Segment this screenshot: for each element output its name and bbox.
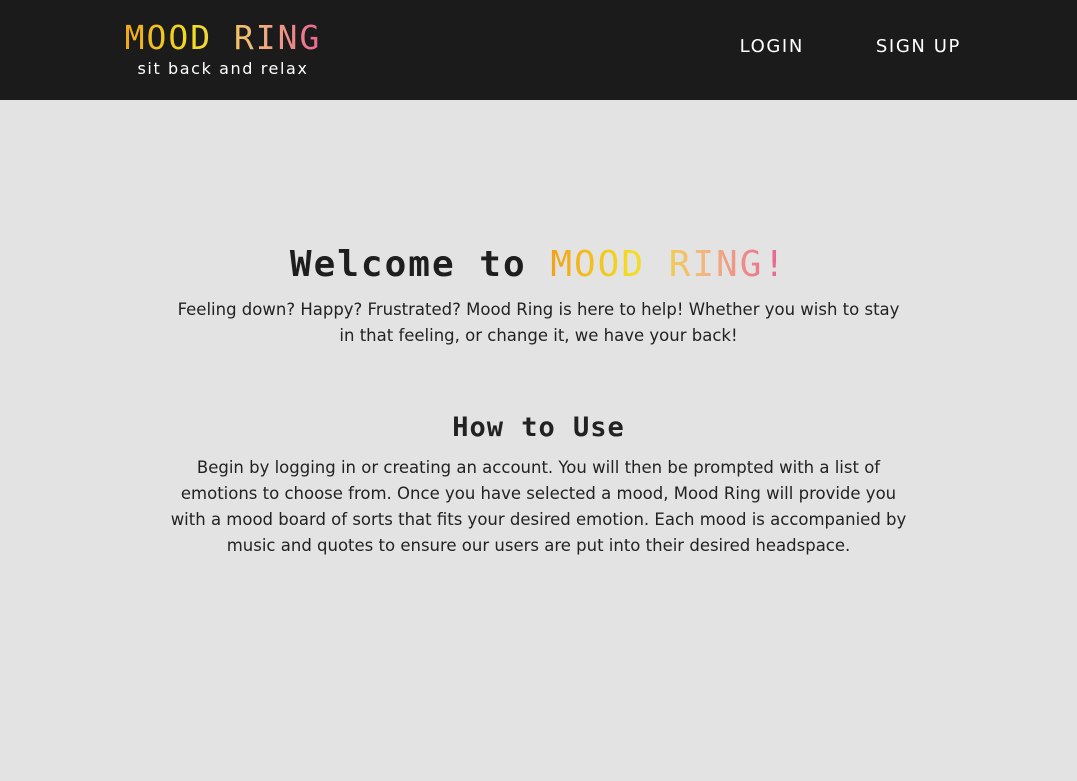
welcome-heading: Welcome to MOOD RING!: [0, 243, 1077, 287]
welcome-paragraph: Feeling down? Happy? Frustrated? Mood Ri…: [177, 300, 900, 346]
navbar: MOOD RING sit back and relax LOGIN SIGN …: [0, 0, 1077, 100]
brand-tagline: sit back and relax: [137, 59, 309, 78]
login-link[interactable]: LOGIN: [740, 36, 804, 57]
main-content: Welcome to MOOD RING! Feeling down? Happ…: [0, 100, 1077, 560]
how-to-heading: How to Use: [452, 411, 625, 443]
nav-links: LOGIN SIGN UP: [740, 36, 961, 57]
brand-title: MOOD RING: [118, 18, 328, 58]
welcome-brand-highlight: MOOD RING!: [550, 244, 788, 285]
brand-logo[interactable]: MOOD RING sit back and relax: [118, 18, 328, 78]
welcome-prefix: Welcome to: [289, 244, 551, 285]
how-to-paragraph: Begin by logging in or creating an accou…: [170, 457, 907, 556]
signup-link[interactable]: SIGN UP: [876, 36, 961, 57]
